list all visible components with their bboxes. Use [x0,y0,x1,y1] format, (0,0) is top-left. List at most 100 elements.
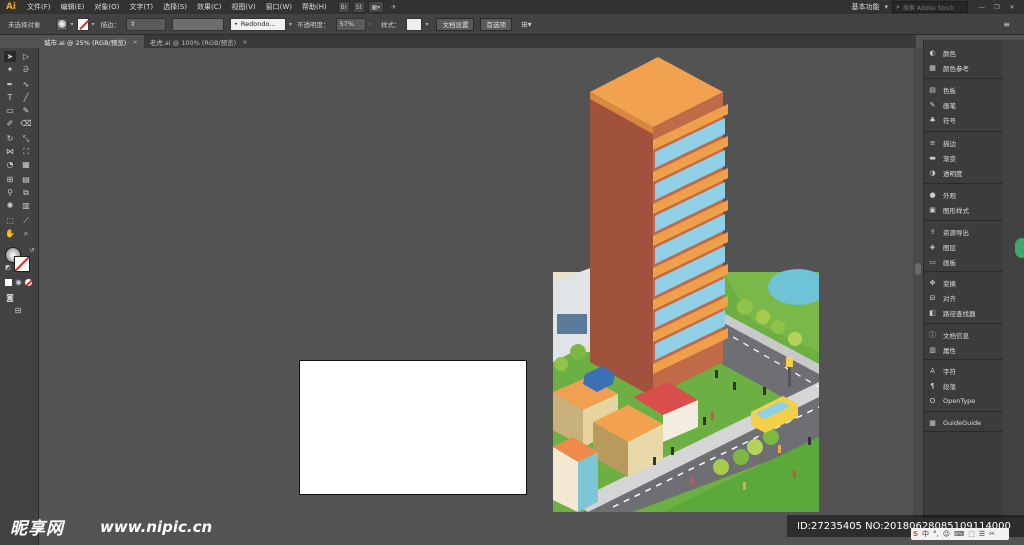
artboard-tool-icon[interactable]: ⬚ [4,215,16,226]
slice-tool-icon[interactable]: ⟋ [20,215,32,226]
ime-emoji-icon[interactable]: ☺ [943,530,950,538]
assistant-float-button[interactable] [1015,238,1024,258]
chevron-down-icon[interactable]: ▾ [425,21,428,28]
panel-item-transparency[interactable]: ◑ 透明度 [928,166,962,179]
ime-chinese-mode[interactable]: 中 [922,529,929,539]
panel-item-stroke[interactable]: ≡ 描边 [928,136,956,149]
panel-item-swatches[interactable]: ▤ 色板 [928,83,956,96]
stroke-weight-field[interactable]: ⇕ [126,17,167,31]
symbol-sprayer-tool-icon[interactable]: ✺ [4,200,16,211]
panel-item-graphic-styles[interactable]: ▣ 图形样式 [928,203,969,216]
panel-item-brush[interactable]: ✎ 画笔 [928,98,956,111]
panel-item-doc-info[interactable]: ⓘ 文档信息 [928,328,969,341]
panel-item-color-wheel[interactable]: ◐ 颜色 [928,46,956,59]
pen-tool-icon[interactable]: ✒ [4,79,16,90]
scroll-thumb[interactable] [915,263,921,275]
panel-item-pathfinder[interactable]: ◧ 路径查找器 [928,306,975,319]
city-illustration[interactable] [553,52,819,512]
ime-tools-icon[interactable]: ✂ [989,530,995,538]
ime-menu-icon[interactable]: ☰ [979,530,985,538]
mesh-tool-icon[interactable]: ⊞ [4,174,16,185]
zoom-tool-icon[interactable]: ⌕ [20,228,32,239]
magic-wand-tool-icon[interactable]: ✦ [4,64,16,75]
vertical-scrollbar[interactable] [913,48,923,518]
perspective-grid-tool-icon[interactable]: ▦ [20,159,32,170]
width-tool-icon[interactable]: ⋈ [4,146,16,157]
tab-city[interactable]: 城市.ai @ 25% (RGB/预览) × [38,35,144,48]
stepper-icon[interactable]: ⇕ [130,20,135,28]
gradient-mode-icon[interactable] [15,279,22,286]
fill-swatch[interactable] [55,17,68,31]
eraser-tool-icon[interactable]: ⌫ [20,118,32,129]
stock-button[interactable]: St [352,1,365,13]
panel-item-align[interactable]: ⊟ 对齐 [928,291,956,304]
lasso-tool-icon[interactable]: ᘐ [20,64,32,75]
graphic-style-swatch[interactable] [406,17,423,31]
panel-item-transform[interactable]: ✥ 变换 [928,276,956,289]
panel-item-guideguide[interactable]: ▦ GuideGuide [928,416,981,429]
close-icon[interactable]: × [132,38,137,46]
minimize-button[interactable]: — [976,2,988,12]
chevron-down-icon[interactable]: ▾ [92,21,95,28]
panel-item-appearance[interactable]: ● 外观 [928,188,956,201]
menu-file[interactable]: 文件(F) [22,2,56,12]
menu-type[interactable]: 文字(T) [124,2,158,12]
panel-item-artboards[interactable]: ▭ 画板 [928,255,956,268]
panel-item-asset-export[interactable]: ⇪ 资源导出 [928,225,969,238]
panel-item-color-guide[interactable]: ▦ 颜色参考 [928,61,969,74]
panel-menu-icon[interactable]: ≡ [1003,20,1010,29]
swap-colors-icon[interactable]: ↺ [26,245,38,256]
close-button[interactable]: ✕ [1006,2,1018,12]
document-setup-button[interactable]: 文档设置 [436,17,475,31]
tab-tiger[interactable]: 老虎.ai @ 100% (RGB/预览) × [144,35,254,48]
gpu-performance-icon[interactable]: ✈ [387,2,401,12]
close-icon[interactable]: × [242,38,247,46]
default-colors-icon[interactable]: ◩ [2,262,14,273]
gradient-tool-icon[interactable]: ▤ [20,174,32,185]
blend-tool-icon[interactable]: ⧉ [20,187,32,198]
chevron-right-icon[interactable]: › [369,21,371,28]
chevron-down-icon[interactable]: ▾ [289,21,292,28]
none-mode-icon[interactable] [25,279,32,286]
chevron-down-icon[interactable]: ▾ [71,21,74,28]
bridge-button[interactable]: Br [337,1,350,13]
variable-width-profile[interactable] [172,17,225,31]
stroke-color-icon[interactable] [14,256,30,272]
chevron-down-icon[interactable]: ▾ [884,3,888,11]
ime-toolbar[interactable]: S 中 °, ☺ ⌨ ⬚ ☰ ✂ [911,528,1009,540]
opacity-field[interactable]: 57% [335,17,366,31]
panel-item-opentype[interactable]: O OpenType [928,394,976,407]
panel-collapse-strip[interactable] [1003,40,1024,518]
arrange-icon[interactable]: ⊞▾ [521,20,532,29]
eyedropper-tool-icon[interactable]: ⚲ [4,187,16,198]
restore-button[interactable]: ❐ [991,2,1003,12]
draw-mode-icon[interactable]: ◙ [4,292,16,303]
ime-punctuation-icon[interactable]: °, [933,530,939,538]
panel-item-symbol[interactable]: ♣ 符号 [928,113,956,126]
panel-item-layers[interactable]: ◈ 图层 [928,240,956,253]
paintbrush-tool-icon[interactable]: ✎ [20,105,32,116]
preferences-button[interactable]: 首选项 [480,17,512,31]
panel-item-gradient[interactable]: ▬ 渐变 [928,151,956,164]
menu-window[interactable]: 窗口(W) [261,2,297,12]
selection-tool-icon[interactable]: ➤ [4,51,16,62]
shape-builder-tool-icon[interactable]: ◔ [4,159,16,170]
direct-selection-tool-icon[interactable]: ▷ [20,51,32,62]
stock-search-field[interactable]: ⌕ 搜索 Adobe Stock [892,1,968,13]
stroke-swatch[interactable] [76,17,89,31]
color-mode-icon[interactable] [5,279,12,286]
ime-logo-icon[interactable]: S [913,530,918,538]
line-tool-icon[interactable]: ╱ [20,92,32,103]
curvature-tool-icon[interactable]: ∿ [20,79,32,90]
menu-view[interactable]: 视图(V) [226,2,260,12]
panel-item-character[interactable]: A 字符 [928,364,956,377]
menu-help[interactable]: 帮助(H) [297,2,332,12]
menu-edit[interactable]: 编辑(E) [56,2,90,12]
shaper-tool-icon[interactable]: ✐ [4,118,16,129]
free-transform-tool-icon[interactable]: ⛶ [20,146,32,157]
rotate-tool-icon[interactable]: ↻ [4,133,16,144]
scale-tool-icon[interactable]: ⤡ [20,133,32,144]
artboard-empty[interactable] [299,360,527,495]
workspace-switcher[interactable]: 基本功能 [846,2,884,12]
ime-screenshot-icon[interactable]: ⬚ [968,530,975,538]
